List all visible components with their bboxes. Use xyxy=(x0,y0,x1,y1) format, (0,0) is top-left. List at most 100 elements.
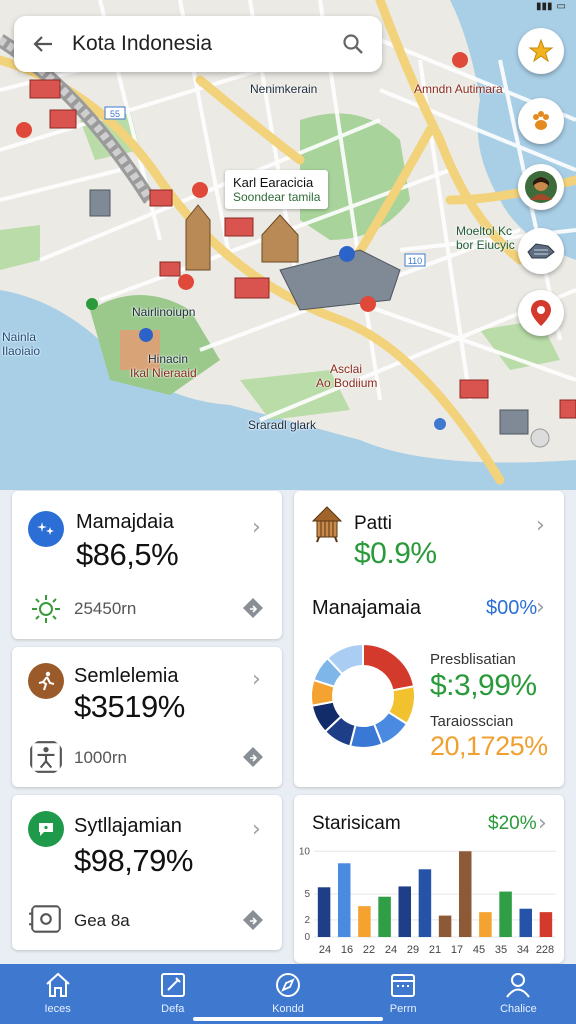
bar-4 xyxy=(398,886,412,937)
bar-5 xyxy=(418,869,432,937)
y-tick-label: 10 xyxy=(299,846,311,857)
bar-10 xyxy=(519,908,533,937)
chevron-right-icon: › xyxy=(536,513,545,538)
nav-item-compass[interactable]: Kondd xyxy=(230,964,345,1024)
map-label: Hinacin xyxy=(148,352,189,366)
bar-2 xyxy=(358,906,371,937)
road-badge-55: 55 xyxy=(110,109,120,119)
map-view[interactable]: 55 110 ▮▮▮ ▭ Kota Indonesia Nenimkerain … xyxy=(0,0,576,490)
map-label: Amndn Autimara xyxy=(414,82,503,96)
card-title: Patti xyxy=(354,513,393,534)
bar-11 xyxy=(539,912,553,937)
nav-item-edit[interactable]: Defa xyxy=(115,964,230,1024)
bar-3 xyxy=(378,896,391,937)
stat-card-3[interactable]: Sytllajamian › $98,79% Gea 8a xyxy=(12,795,282,950)
location-pin-button[interactable] xyxy=(518,290,564,336)
donut-slice-0 xyxy=(362,642,416,692)
nav-label: Perrn xyxy=(389,1003,417,1015)
card-subvalue: Gea 8a xyxy=(74,911,130,930)
map-label: Nenimkerain xyxy=(250,82,318,96)
avatar-button[interactable] xyxy=(518,164,564,210)
map-callout[interactable]: Karl Earacicia Soondear tamila xyxy=(225,170,329,209)
chevron-right-icon: › xyxy=(252,667,261,692)
stat-label-1: Presblisatian xyxy=(430,651,516,668)
sparkle-icon xyxy=(28,511,64,547)
search-bar[interactable]: Kota Indonesia xyxy=(14,16,382,72)
card-title: Starisicam xyxy=(312,813,401,834)
chevron-right-icon: › xyxy=(538,811,547,836)
card-value: $20% xyxy=(488,813,537,834)
back-arrow-icon[interactable] xyxy=(28,29,58,59)
stat-card-1[interactable]: Mamajdaia › $86,5% 25450rn xyxy=(12,491,282,639)
bottom-nav: Ieces Defa Kondd Perrn Chalice xyxy=(0,964,576,1024)
card-value: $98,79% xyxy=(74,843,193,878)
x-tick-label: 16 xyxy=(341,944,353,956)
chevron-right-icon: › xyxy=(536,595,545,620)
x-tick-label: 24 xyxy=(385,944,397,956)
nav-label: Ieces xyxy=(44,1003,71,1015)
x-tick-label: 34 xyxy=(517,944,529,956)
location-pin-icon xyxy=(531,300,551,326)
stat-card-2[interactable]: Semlelemia › $3519% 1000rn xyxy=(12,647,282,787)
map-label: bor Eiucyic xyxy=(456,238,515,252)
bar-8 xyxy=(479,912,492,937)
bar-0 xyxy=(317,887,331,937)
layers-icon xyxy=(527,243,555,259)
y-tick-label: 2 xyxy=(304,915,310,926)
compass-icon xyxy=(276,973,300,997)
card-title: Sytllajamian xyxy=(74,815,182,837)
pets-button[interactable] xyxy=(518,98,564,144)
map-label: Ao Bodiium xyxy=(316,376,378,390)
summary-card[interactable]: Patti › $0.9% Manajamaia $00% › Presblis… xyxy=(294,491,564,787)
stat-value-2: 20,1725% xyxy=(430,731,548,761)
calendar-icon xyxy=(391,974,416,997)
accessibility-icon xyxy=(30,741,62,773)
card-value: $3519% xyxy=(74,689,185,724)
nav-label: Kondd xyxy=(272,1003,304,1015)
x-tick-label: 22 xyxy=(363,944,375,956)
nav-item-profile[interactable]: Chalice xyxy=(461,964,576,1024)
x-tick-label: 45 xyxy=(473,944,485,956)
map-label: Ikal Nieraaid xyxy=(130,366,197,380)
star-icon xyxy=(528,38,554,63)
map-layers-button[interactable] xyxy=(518,228,564,274)
stat-value-1: $:3,99% xyxy=(430,669,537,702)
directions-icon[interactable] xyxy=(242,746,264,768)
directions-icon[interactable] xyxy=(242,909,264,931)
bar-9 xyxy=(499,891,512,937)
nav-item-home[interactable]: Ieces xyxy=(0,964,115,1024)
sun-icon xyxy=(32,595,60,623)
chevron-right-icon: › xyxy=(252,817,261,842)
chevron-right-icon: › xyxy=(252,515,261,540)
stat-label-2: Taraiosscian xyxy=(430,713,514,730)
battery-icon: ▭ xyxy=(556,0,566,12)
x-tick-label: 29 xyxy=(407,944,419,956)
avatar-icon xyxy=(525,171,557,203)
map-label: Nainla xyxy=(2,330,37,344)
card-title: Mamajdaia xyxy=(76,511,174,533)
directions-icon[interactable] xyxy=(242,597,264,619)
bar-1 xyxy=(337,863,351,937)
nav-label: Defa xyxy=(161,1003,185,1015)
chat-icon xyxy=(28,811,64,847)
paw-icon xyxy=(533,111,549,130)
breakdown-value: $00% xyxy=(486,597,538,619)
x-tick-label: 228 xyxy=(536,944,554,956)
callout-subtitle: Soondear tamila xyxy=(233,190,321,204)
map-label: Moeltol Kc xyxy=(456,224,513,238)
nav-label: Chalice xyxy=(500,1003,537,1015)
nav-item-calendar[interactable]: Perrn xyxy=(346,964,461,1024)
card-value: $0.9% xyxy=(354,537,437,570)
road-badge-110: 110 xyxy=(408,256,422,266)
bar-chart: 10 5 2 0 24 16 22 24 29 21 17 45 35 34 228 xyxy=(299,846,556,956)
donut-chart xyxy=(310,642,416,749)
bar-chart-card[interactable]: Starisicam $20% › 10 5 2 0 24 16 22 24 29 21 17 45 3… xyxy=(294,795,564,963)
search-icon[interactable] xyxy=(338,29,368,59)
x-tick-label: 24 xyxy=(319,944,331,956)
map-label: Ilaoiaio xyxy=(2,344,41,358)
profile-icon xyxy=(506,973,531,998)
y-tick-label: 0 xyxy=(304,932,310,943)
hut-icon xyxy=(311,506,343,543)
favorites-button[interactable] xyxy=(518,28,564,74)
home-icon xyxy=(45,972,70,997)
